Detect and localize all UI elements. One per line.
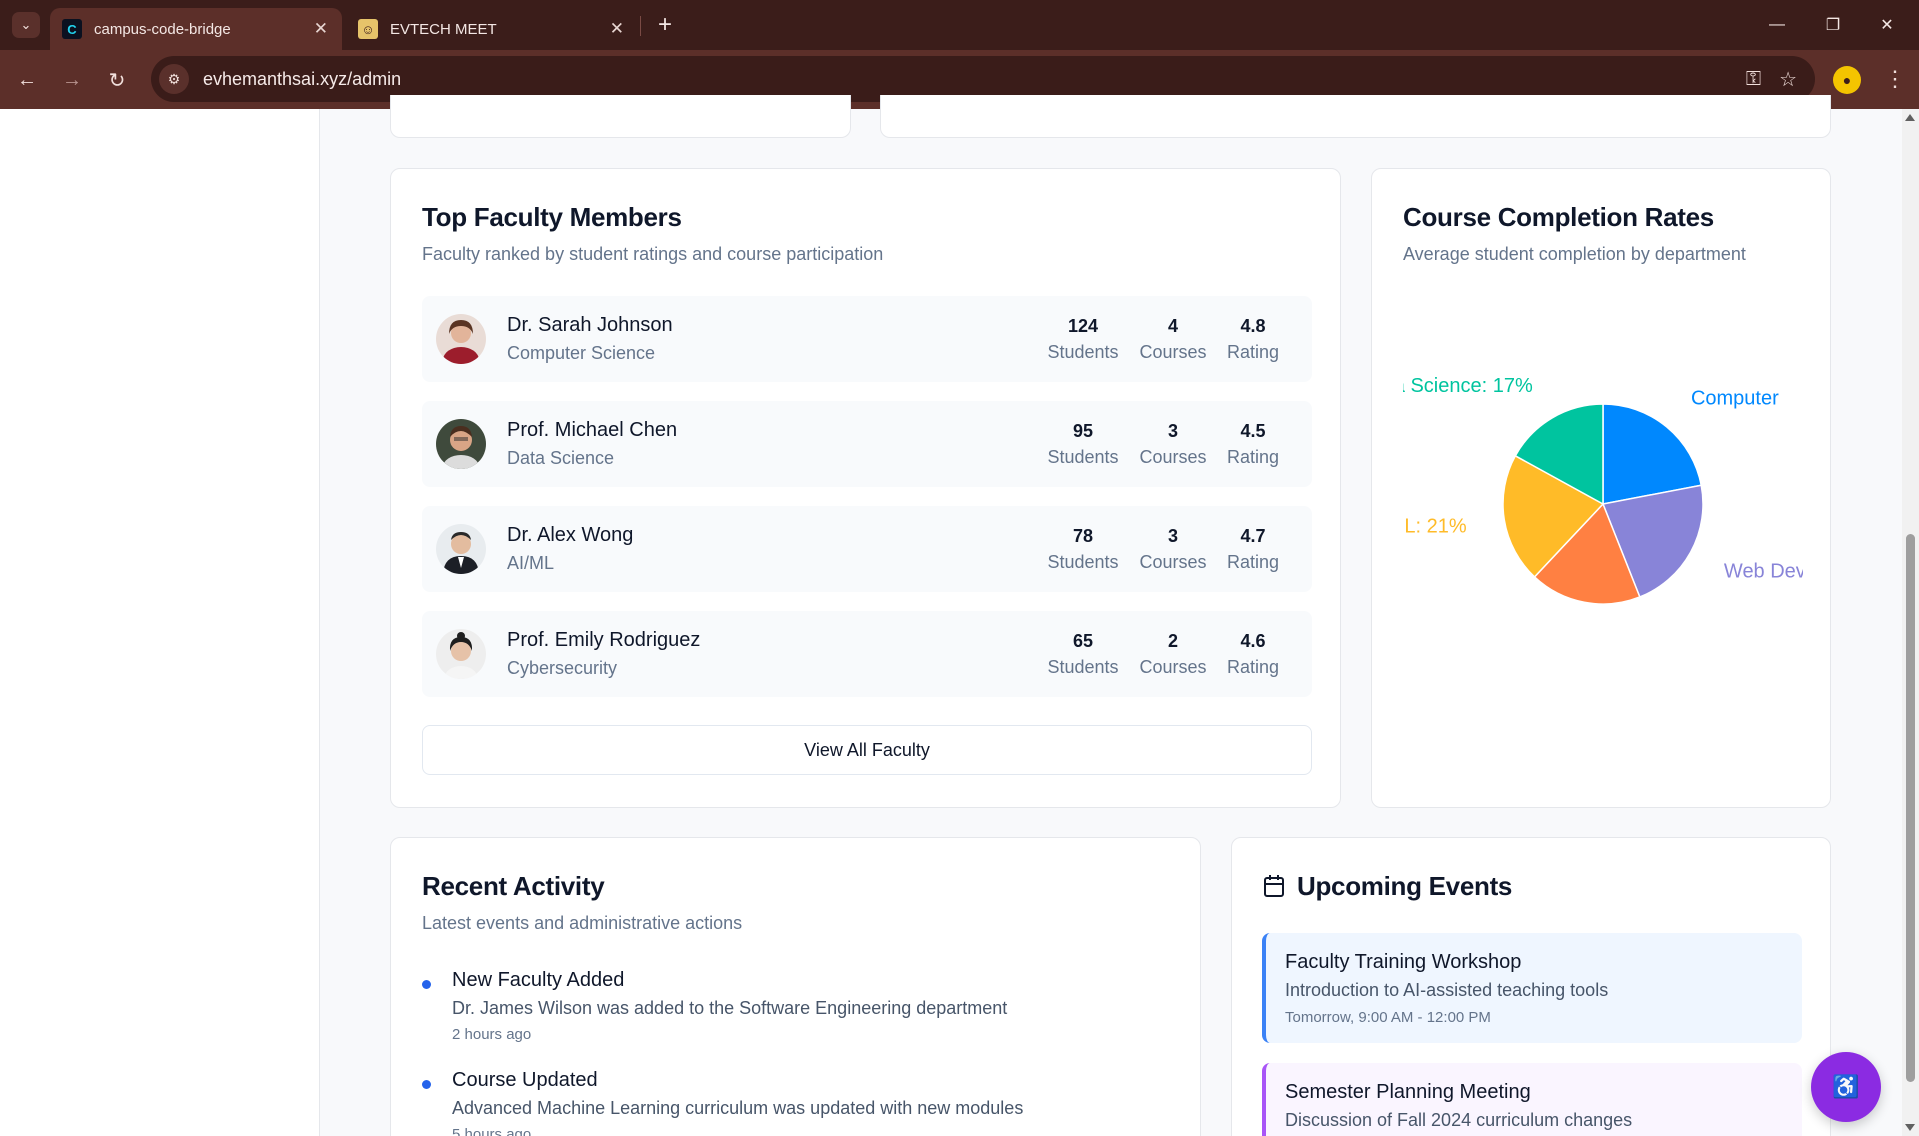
browser-menu-icon[interactable]: ⋮ [1880,64,1910,94]
faculty-department: Computer Science [507,343,656,363]
back-icon[interactable]: ← [11,64,43,96]
activity-time: 5 hours ago [452,1126,532,1136]
courses-stat: 4 Courses [1139,316,1207,362]
card-title: Recent Activity [422,871,605,901]
close-window-icon[interactable]: ✕ [1872,10,1902,40]
url-text[interactable]: evhemanthsai.xyz/admin [203,69,1746,90]
faculty-department: AI/ML [507,553,555,573]
close-tab-icon[interactable]: ✕ [610,19,624,39]
pie-label-data-science: Data Science: 17% [1403,375,1533,397]
close-tab-icon[interactable]: ✕ [314,19,328,39]
activity-title: New Faculty Added [452,969,625,991]
event-item[interactable]: Semester Planning Meeting Discussion of … [1262,1063,1802,1136]
tab-campus-code-bridge[interactable]: C campus-code-bridge ✕ [50,8,342,50]
students-stat: 78 Students [1047,526,1119,572]
rating-stat: 4.7 Rating [1226,526,1280,572]
activity-time: 2 hours ago [452,1026,532,1043]
tab-title: campus-code-bridge [94,20,231,38]
page-scrollbar[interactable] [1902,109,1919,1136]
card-subtitle: Faculty ranked by student ratings and co… [422,244,884,264]
favicon-icon: ☺ [358,19,378,39]
tab-search-button[interactable]: ⌄ [12,12,40,38]
tab-title: EVTECH MEET [390,20,497,38]
top-faculty-card: Top Faculty Members Faculty ranked by st… [390,168,1341,808]
event-title: Semester Planning Meeting [1285,1081,1531,1103]
faculty-department: Data Science [507,448,615,468]
profile-avatar-icon[interactable]: ● [1833,66,1861,94]
rating-stat: 4.5 Rating [1226,421,1280,467]
sidebar [0,109,320,1136]
card-title: Course Completion Rates [1403,202,1714,232]
scroll-up-arrow-icon[interactable] [1905,114,1915,121]
activity-dot-icon [422,1080,431,1089]
view-all-faculty-button[interactable]: View All Faculty [422,725,1312,775]
rating-stat: 4.6 Rating [1226,631,1280,677]
course-completion-card: Course Completion Rates Average student … [1371,168,1831,808]
activity-title: Course Updated [452,1069,598,1091]
bookmark-star-icon[interactable]: ☆ [1779,67,1797,92]
pie-chart-area: ComputerWeb Develoersecurity: 18%ML: 21%… [1403,319,1803,619]
scroll-down-arrow-icon[interactable] [1905,1124,1915,1131]
avatar [436,629,486,679]
upcoming-events-card: Upcoming Events Faculty Training Worksho… [1231,837,1831,1136]
faculty-row[interactable]: Prof. Michael Chen Data Science 95 Studen… [422,401,1312,487]
card-subtitle: Latest events and administrative actions [422,913,743,933]
recent-activity-card: Recent Activity Latest events and admini… [390,837,1201,1136]
faculty-name: Prof. Emily Rodriguez [507,629,701,651]
card-title: Upcoming Events [1297,871,1513,901]
courses-stat: 2 Courses [1139,631,1207,677]
rating-stat: 4.8 Rating [1226,316,1280,362]
accessibility-icon: ♿ [1832,1074,1860,1099]
students-stat: 95 Students [1047,421,1119,467]
scrollbar-thumb[interactable] [1906,534,1915,1082]
forward-icon[interactable]: → [56,64,88,96]
activity-dot-icon [422,980,431,989]
calendar-icon [1263,874,1285,897]
stat-card-partial [390,95,851,138]
tab-divider [640,16,641,36]
new-tab-button[interactable]: + [650,10,680,40]
faculty-name: Dr. Alex Wong [507,524,634,546]
faculty-name: Prof. Michael Chen [507,419,678,441]
event-title: Faculty Training Workshop [1285,951,1522,973]
browser-tab-bar: ⌄ C campus-code-bridge ✕ ☺ EVTECH MEET ✕… [0,0,1919,50]
event-item[interactable]: Faculty Training Workshop Introduction t… [1262,933,1802,1043]
faculty-name: Dr. Sarah Johnson [507,314,673,336]
tab-evtech-meet[interactable]: ☺ EVTECH MEET ✕ [346,8,638,50]
stat-card-partial [880,95,1831,138]
avatar [436,314,486,364]
students-stat: 65 Students [1047,631,1119,677]
minimize-icon[interactable]: — [1762,10,1792,40]
courses-stat: 3 Courses [1139,421,1207,467]
pie-label-computer: Computer [1691,388,1779,410]
pie-label-ai-ml: ML: 21% [1403,516,1467,538]
event-description: Introduction to AI-assisted teaching too… [1285,980,1609,1000]
courses-stat: 3 Courses [1139,526,1207,572]
activity-description: Dr. James Wilson was added to the Softwa… [452,998,1008,1018]
password-key-icon[interactable]: ⚿ [1746,68,1761,91]
activity-description: Advanced Machine Learning curriculum was… [452,1098,1024,1118]
restore-icon[interactable]: ❐ [1818,10,1848,40]
faculty-row[interactable]: Dr. Alex Wong AI/ML 78 Students 3 Courses … [422,506,1312,592]
faculty-row[interactable]: Dr. Sarah Johnson Computer Science 124 St… [422,296,1312,382]
accessibility-fab-button[interactable]: ♿ [1811,1052,1881,1122]
pie-chart: ComputerWeb Develoersecurity: 18%ML: 21%… [1403,375,1803,605]
avatar [436,524,486,574]
avatar [436,419,486,469]
faculty-department: Cybersecurity [507,658,618,678]
card-subtitle: Average student completion by department [1403,244,1746,264]
card-title: Top Faculty Members [422,202,682,232]
pie-label-web-development: Web Develo [1724,560,1803,582]
favicon-icon: C [62,19,82,39]
reload-icon[interactable]: ↻ [101,64,133,96]
students-stat: 124 Students [1047,316,1119,362]
event-description: Discussion of Fall 2024 curriculum chang… [1285,1110,1633,1130]
event-time: Tomorrow, 9:00 AM - 12:00 PM [1285,1009,1491,1026]
site-info-icon[interactable]: ⚙ [159,64,189,94]
faculty-row[interactable]: Prof. Emily Rodriguez Cybersecurity 65 St… [422,611,1312,697]
